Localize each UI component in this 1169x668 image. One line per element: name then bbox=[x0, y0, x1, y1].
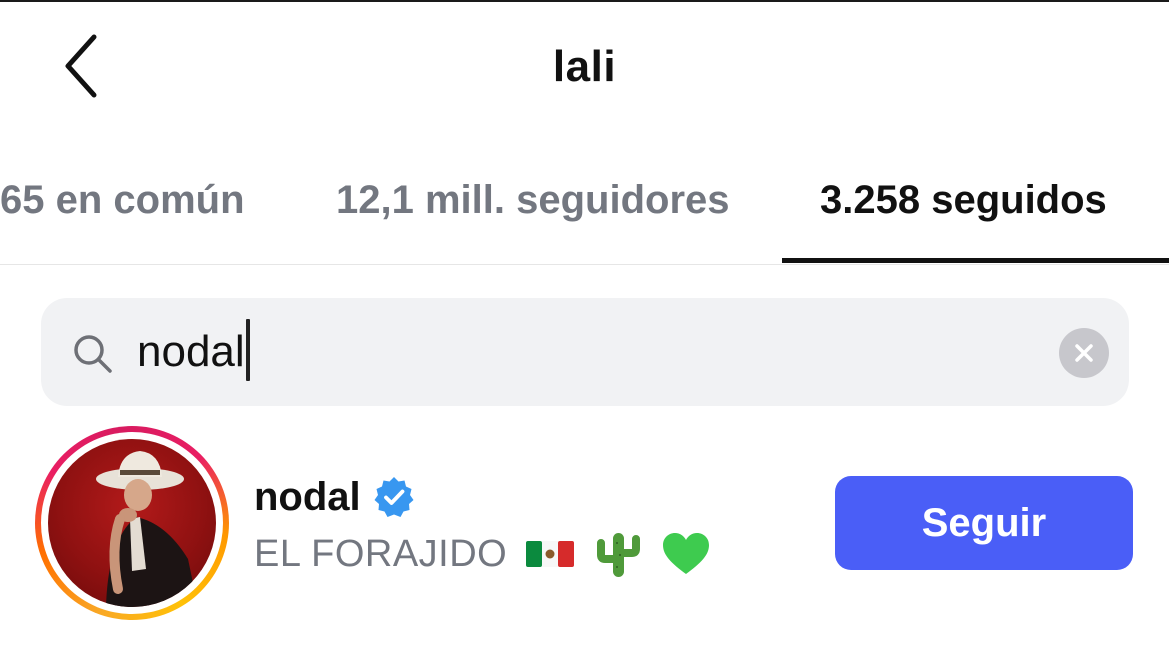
active-tab-indicator bbox=[782, 258, 1169, 263]
clear-search-button[interactable] bbox=[1059, 328, 1109, 378]
avatar bbox=[48, 439, 216, 607]
verified-badge-icon bbox=[374, 477, 414, 517]
result-bio: EL FORAJIDO bbox=[254, 532, 508, 575]
result-username-line[interactable]: nodal bbox=[254, 472, 415, 522]
tab-followers-label: 12,1 mill. seguidores bbox=[336, 178, 730, 222]
search-result-row[interactable]: nodal EL FORAJIDO Seguir bbox=[0, 426, 1169, 626]
search-input-value: nodal bbox=[137, 327, 245, 376]
follow-button[interactable]: Seguir bbox=[835, 476, 1133, 570]
tab-following[interactable]: 3.258 seguidos bbox=[782, 170, 1169, 264]
tabs-divider bbox=[0, 264, 1169, 265]
cactus-icon bbox=[597, 533, 641, 577]
clear-icon bbox=[1075, 344, 1093, 362]
avatar-photo bbox=[96, 451, 198, 607]
tab-following-label: 3.258 seguidos bbox=[820, 178, 1107, 222]
tab-mutual-label: 65 en común bbox=[0, 178, 245, 222]
story-ring[interactable] bbox=[35, 426, 229, 620]
text-caret bbox=[245, 319, 250, 382]
search-icon bbox=[74, 335, 112, 373]
tab-followers[interactable]: 12,1 mill. seguidores bbox=[300, 170, 770, 264]
top-border bbox=[0, 0, 1169, 2]
search-input[interactable]: nodal bbox=[137, 319, 250, 382]
mexico-flag-icon bbox=[526, 541, 575, 567]
green-heart-icon bbox=[663, 533, 710, 574]
tab-bar: 65 en común 12,1 mill. seguidores 3.258 … bbox=[0, 170, 1169, 264]
page-title: lali bbox=[552, 42, 617, 91]
tab-mutual[interactable]: 65 en común bbox=[0, 170, 290, 264]
result-bio-line: EL FORAJIDO bbox=[254, 526, 711, 582]
search-bar[interactable]: nodal bbox=[41, 298, 1129, 406]
result-username: nodal bbox=[254, 474, 361, 519]
